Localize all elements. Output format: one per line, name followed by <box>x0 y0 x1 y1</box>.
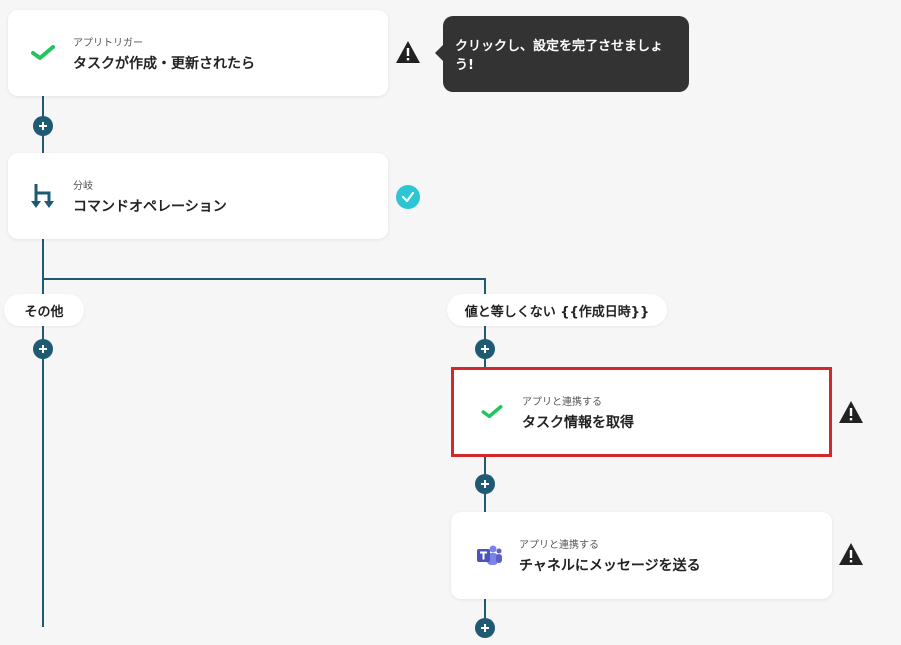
branch-card[interactable]: 分岐 コマンドオペレーション <box>8 153 388 239</box>
get-task-card[interactable]: アプリと連携する タスク情報を取得 <box>451 367 832 457</box>
warning-icon[interactable] <box>838 400 864 424</box>
branch-label-other: その他 <box>4 294 84 326</box>
send-message-sublabel: アプリと連携する <box>519 540 599 551</box>
check-icon <box>396 185 420 209</box>
get-task-sublabel: アプリと連携する <box>522 396 602 408</box>
warning-icon[interactable] <box>395 40 421 64</box>
jooto-check-icon <box>25 35 61 71</box>
branch-sublabel: 分岐 <box>73 180 93 192</box>
send-message-card[interactable]: アプリと連携する チャネルにメッセージを送る <box>451 512 832 599</box>
trigger-title: タスクが作成・更新されたら <box>73 55 255 72</box>
tooltip-text: クリックし、設定を完了させましょう! <box>455 39 664 73</box>
trigger-card[interactable]: アプリトリガー タスクが作成・更新されたら <box>8 10 388 96</box>
branch-label-condition: 値と等しくない {{作成日時}} <box>447 294 667 326</box>
branch-label-condition-text: 値と等しくない {{作成日時}} <box>464 304 650 320</box>
add-step-button[interactable] <box>475 618 495 638</box>
branch-label-other-text: その他 <box>24 304 64 320</box>
teams-icon <box>471 538 507 574</box>
add-step-button[interactable] <box>475 339 495 359</box>
setup-tooltip: クリックし、設定を完了させましょう! <box>435 16 689 92</box>
send-message-title: チャネルにメッセージを送る <box>519 558 701 574</box>
jooto-check-icon <box>474 394 510 430</box>
branch-title: コマンドオペレーション <box>73 198 227 215</box>
branch-connector-line <box>42 278 486 280</box>
branch-icon <box>25 178 61 214</box>
add-step-button[interactable] <box>33 116 53 136</box>
trigger-sublabel: アプリトリガー <box>73 37 143 49</box>
add-step-button[interactable] <box>33 339 53 359</box>
add-step-button[interactable] <box>475 474 495 494</box>
warning-icon[interactable] <box>838 542 864 566</box>
get-task-title: タスク情報を取得 <box>522 414 634 431</box>
